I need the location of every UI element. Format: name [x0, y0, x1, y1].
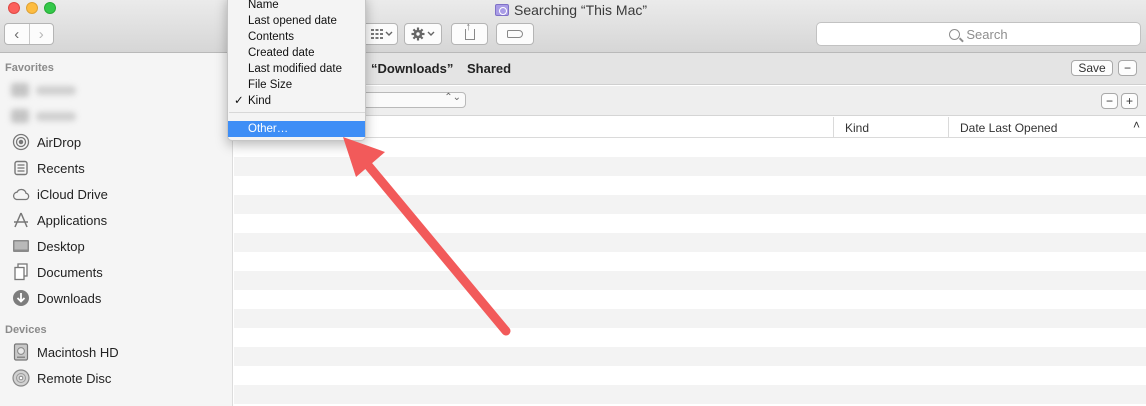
criteria-value-select[interactable]: ⌃⌄: [354, 92, 466, 108]
zoom-window-button[interactable]: [44, 2, 56, 14]
search-icon: [949, 28, 961, 40]
chevron-right-icon: ›: [38, 25, 44, 43]
cloud-icon: [11, 185, 30, 204]
airdrop-icon: [11, 133, 30, 152]
back-button[interactable]: ‹: [5, 24, 29, 44]
sidebar-item-airdrop[interactable]: AirDrop: [11, 131, 221, 153]
menu-item-file-size[interactable]: File Size: [228, 77, 365, 93]
sidebar-item-downloads[interactable]: Downloads: [11, 287, 221, 309]
documents-icon: [11, 263, 30, 282]
table-row: [234, 290, 1146, 309]
remove-rule-button[interactable]: −: [1101, 93, 1118, 109]
sidebar-header-favorites: Favorites: [5, 62, 54, 74]
table-row: [234, 366, 1146, 385]
chevron-down-icon: [427, 31, 435, 36]
search-placeholder: Search: [966, 26, 1008, 42]
column-header-kind[interactable]: Kind: [833, 117, 948, 138]
sidebar-item-label: Macintosh HD: [37, 344, 119, 360]
search-scope-bar: “Downloads” Shared Save −: [234, 53, 1146, 85]
menu-item-created-date[interactable]: Created date: [228, 45, 365, 61]
checkmark-icon: ✓: [234, 95, 244, 107]
table-row: [234, 233, 1146, 252]
window-toolbar: Searching “This Mac” ‹ › ↑ Search: [0, 0, 1146, 53]
redacted-icon: [11, 109, 29, 123]
search-criteria-row: ⌃⌄ − +: [234, 86, 1146, 116]
redacted-icon: [11, 83, 29, 97]
tag-icon: [507, 30, 523, 38]
sidebar-item-label: AirDrop: [37, 134, 82, 150]
sidebar-item-desktop[interactable]: Desktop: [11, 235, 221, 257]
sidebar-item-label: Applications: [37, 212, 108, 228]
search-field[interactable]: Search: [816, 22, 1141, 46]
window-title: Searching “This Mac”: [495, 2, 647, 18]
smart-folder-icon: [495, 4, 509, 16]
table-row: [234, 157, 1146, 176]
sidebar-header-devices: Devices: [5, 324, 47, 336]
menu-item-contents[interactable]: Contents: [228, 29, 365, 45]
sidebar-item-label: Downloads: [37, 290, 102, 306]
select-arrows-icon: ⌃⌄: [444, 92, 461, 103]
share-icon: [464, 21, 475, 40]
save-search-button[interactable]: Save: [1071, 60, 1113, 76]
chevron-down-icon: [385, 31, 393, 36]
chevron-left-icon: ‹: [14, 25, 20, 43]
table-row: [234, 328, 1146, 347]
menu-item-other[interactable]: Other…: [228, 121, 365, 137]
view-options-button[interactable]: [362, 23, 398, 45]
menu-item-last-opened-date[interactable]: Last opened date: [228, 13, 365, 29]
table-row: [234, 347, 1146, 366]
results-list: [234, 138, 1146, 406]
sidebar-item-redacted[interactable]: [11, 79, 221, 101]
window-title-text: Searching “This Mac”: [514, 2, 648, 18]
table-row: [234, 138, 1146, 157]
gear-icon: [411, 27, 425, 41]
back-forward-group: ‹ ›: [4, 23, 54, 45]
sidebar-item-recents[interactable]: Recents: [11, 157, 221, 179]
add-rule-button[interactable]: +: [1121, 93, 1138, 109]
grid-view-icon: [371, 29, 383, 39]
table-row: [234, 309, 1146, 328]
share-button[interactable]: [451, 21, 488, 45]
menu-item-name[interactable]: Name: [228, 0, 365, 13]
sidebar-item-label: Recents: [37, 160, 85, 176]
sidebar-item-label: Remote Disc: [37, 370, 112, 386]
scope-shared[interactable]: Shared: [467, 61, 511, 76]
sidebar-item-applications[interactable]: Applications: [11, 209, 221, 231]
table-row: [234, 385, 1146, 404]
recents-icon: [11, 159, 30, 178]
menu-item-kind[interactable]: ✓ Kind: [228, 93, 365, 109]
sidebar-item-label: iCloud Drive: [37, 186, 108, 202]
scope-downloads[interactable]: “Downloads”: [371, 61, 453, 76]
downloads-icon: [11, 289, 30, 308]
sidebar-item-documents[interactable]: Documents: [11, 261, 221, 283]
column-header-row: Kind Date Last Opened ˄: [234, 117, 1146, 138]
forward-button[interactable]: ›: [28, 24, 54, 44]
close-window-button[interactable]: [8, 2, 20, 14]
menu-separator: [229, 112, 365, 113]
sidebar-item-label: Desktop: [37, 238, 85, 254]
search-attribute-menu: Name Last opened date Contents Created d…: [227, 0, 366, 141]
sidebar: Favorites AirDrop Recents iCloud Drive A…: [0, 53, 233, 406]
sidebar-item-macintosh-hd[interactable]: Macintosh HD: [11, 341, 221, 363]
disc-icon: [11, 369, 30, 388]
sidebar-item-icloud-drive[interactable]: iCloud Drive: [11, 183, 221, 205]
table-row: [234, 252, 1146, 271]
desktop-icon: [11, 237, 30, 256]
menu-item-last-modified-date[interactable]: Last modified date: [228, 61, 365, 77]
applications-icon: [11, 211, 30, 230]
minimize-window-button[interactable]: [26, 2, 38, 14]
table-row: [234, 176, 1146, 195]
sidebar-item-remote-disc[interactable]: Remote Disc: [11, 367, 221, 389]
sidebar-item-redacted[interactable]: [11, 105, 221, 127]
hard-drive-icon: [11, 343, 30, 362]
sort-ascending-icon: ˄: [1132, 118, 1140, 132]
remove-criteria-button[interactable]: −: [1118, 60, 1137, 76]
table-row: [234, 214, 1146, 233]
sidebar-item-label: Documents: [37, 264, 103, 280]
table-row: [234, 271, 1146, 290]
table-row: [234, 195, 1146, 214]
action-menu-button[interactable]: [404, 23, 442, 45]
tags-button[interactable]: [496, 23, 534, 45]
column-header-date-last-opened[interactable]: Date Last Opened ˄: [948, 117, 1146, 138]
